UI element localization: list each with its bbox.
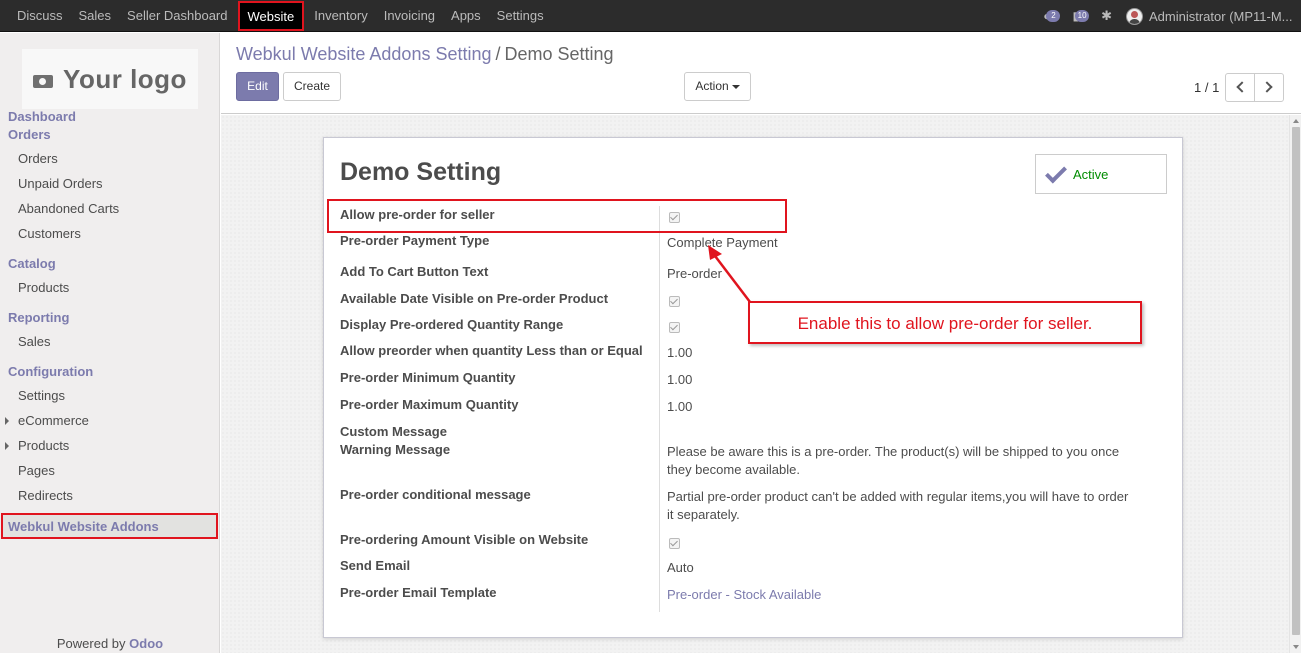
warning-message-value[interactable]: Please be aware this is a pre-order. The… bbox=[667, 443, 1137, 479]
sidebar-item-dashboard[interactable]: Dashboard bbox=[8, 109, 76, 124]
min-qty-value[interactable]: 1.00 bbox=[667, 372, 692, 387]
menu-invoicing[interactable]: Invoicing bbox=[376, 0, 443, 32]
expand-caret-icon[interactable] bbox=[5, 417, 9, 425]
pager-previous-button[interactable] bbox=[1225, 73, 1255, 102]
powered-prefix: Powered by bbox=[56, 636, 126, 651]
quantity-range-checkbox[interactable] bbox=[669, 322, 680, 333]
chat-icon[interactable]: ◐ 2 bbox=[1043, 9, 1061, 23]
sidebar-section-configuration: Configuration bbox=[8, 364, 94, 379]
sidebar-item-label: Webkul Website Addons bbox=[8, 519, 159, 534]
sidebar-item-ecommerce[interactable]: eCommerce bbox=[18, 413, 89, 428]
bug-icon[interactable]: ✱ bbox=[1101, 8, 1112, 24]
field-label-available-date-visible: Available Date Visible on Pre-order Prod… bbox=[340, 291, 609, 306]
control-panel: Webkul Website Addons Setting / Demo Setti… bbox=[221, 33, 1301, 114]
field-label-quantity-range: Display Pre-ordered Quantity Range bbox=[340, 317, 564, 332]
sidebar-item-config-products[interactable]: Products bbox=[18, 438, 69, 453]
pager-next-button[interactable] bbox=[1254, 73, 1284, 102]
sidebar-section-orders[interactable]: Orders bbox=[8, 127, 51, 142]
menu-settings[interactable]: Settings bbox=[489, 0, 552, 32]
sidebar-item-redirects[interactable]: Redirects bbox=[18, 488, 73, 503]
camera-icon bbox=[33, 71, 54, 88]
menu-apps[interactable]: Apps bbox=[443, 0, 489, 32]
sidebar-item-products[interactable]: Products bbox=[18, 280, 69, 295]
less-than-equal-value[interactable]: 1.00 bbox=[667, 345, 692, 360]
company-logo[interactable]: Your logo bbox=[22, 49, 198, 109]
expand-caret-icon[interactable] bbox=[5, 442, 9, 450]
powered-by: Powered by Odoo bbox=[0, 636, 220, 651]
field-label-email-template: Pre-order Email Template bbox=[340, 585, 497, 600]
field-label-amount-visible: Pre-ordering Amount Visible on Website bbox=[340, 532, 589, 547]
create-button[interactable]: Create bbox=[283, 72, 341, 101]
available-date-visible-checkbox[interactable] bbox=[669, 296, 680, 307]
edit-button[interactable]: Edit bbox=[236, 72, 279, 101]
odoo-link[interactable]: Odoo bbox=[129, 636, 163, 651]
active-toggle-button[interactable]: Active bbox=[1035, 154, 1167, 194]
email-template-link[interactable]: Pre-order - Stock Available bbox=[667, 587, 821, 602]
sidebar-item-abandoned-carts[interactable]: Abandoned Carts bbox=[18, 201, 119, 216]
page-title: Demo Setting bbox=[340, 158, 502, 186]
menu-seller-dashboard[interactable]: Seller Dashboard bbox=[119, 0, 235, 32]
sidebar: Your logo Dashboard Orders Orders Unpaid… bbox=[0, 33, 220, 653]
highlight-allow-preorder-row bbox=[327, 199, 787, 233]
sidebar-item-pages[interactable]: Pages bbox=[18, 463, 55, 478]
scroll-down-icon[interactable] bbox=[1293, 645, 1299, 649]
chat-count-badge: 2 bbox=[1046, 10, 1061, 22]
annotation-callout: Enable this to allow pre-order for selle… bbox=[748, 301, 1142, 344]
field-label-warning-message: Warning Message bbox=[340, 442, 451, 457]
send-email-value[interactable]: Auto bbox=[667, 560, 694, 575]
field-label-send-email: Send Email bbox=[340, 558, 411, 573]
sidebar-section-catalog: Catalog bbox=[8, 256, 56, 271]
scrollbar[interactable] bbox=[1289, 115, 1301, 653]
menu-discuss[interactable]: Discuss bbox=[0, 0, 71, 32]
scrollbar-thumb[interactable] bbox=[1292, 127, 1300, 635]
app-menu: Discuss Sales Seller Dashboard Website I… bbox=[0, 0, 552, 32]
avatar bbox=[1126, 7, 1143, 25]
sidebar-section-reporting: Reporting bbox=[8, 310, 70, 325]
field-label-less-than-equal: Allow preorder when quantity Less than o… bbox=[340, 343, 643, 358]
message-count-badge: 10 bbox=[1075, 10, 1090, 22]
logo-text: Your logo bbox=[63, 63, 187, 94]
conditional-message-value[interactable]: Partial pre-order product can't be added… bbox=[667, 488, 1137, 524]
chevron-left-icon bbox=[1236, 81, 1248, 93]
breadcrumb-parent[interactable]: Webkul Website Addons Setting bbox=[236, 44, 492, 64]
action-label: Action bbox=[695, 79, 729, 93]
user-name: Administrator (MP11-M... bbox=[1149, 8, 1293, 24]
check-icon bbox=[1045, 161, 1067, 184]
menu-website[interactable]: Website bbox=[237, 1, 305, 31]
sidebar-item-orders[interactable]: Orders bbox=[18, 151, 58, 166]
field-label-conditional-message: Pre-order conditional message bbox=[340, 487, 531, 502]
max-qty-value[interactable]: 1.00 bbox=[667, 399, 692, 414]
pager-value[interactable]: 1 / 1 bbox=[1194, 80, 1219, 95]
user-menu[interactable]: Administrator (MP11-M... bbox=[1126, 7, 1301, 25]
column-divider bbox=[659, 206, 660, 612]
action-dropdown[interactable]: Action bbox=[684, 72, 751, 101]
active-label: Active bbox=[1073, 167, 1109, 182]
chevron-right-icon bbox=[1261, 81, 1273, 93]
breadcrumb: Webkul Website Addons Setting / Demo Setti… bbox=[236, 44, 614, 65]
field-label-cart-button-text: Add To Cart Button Text bbox=[340, 264, 489, 279]
sidebar-item-settings[interactable]: Settings bbox=[18, 388, 65, 403]
callout-text: Enable this to allow pre-order for selle… bbox=[797, 314, 1093, 333]
sidebar-item-unpaid-orders[interactable]: Unpaid Orders bbox=[18, 176, 103, 191]
breadcrumb-current: Demo Setting bbox=[504, 44, 614, 64]
breadcrumb-separator: / bbox=[495, 44, 501, 64]
menu-sales[interactable]: Sales bbox=[71, 0, 120, 32]
messages-icon[interactable]: ▮ 10 bbox=[1072, 9, 1090, 23]
scroll-up-icon[interactable] bbox=[1293, 119, 1299, 123]
sidebar-item-customers[interactable]: Customers bbox=[18, 226, 81, 241]
field-label-max-qty: Pre-order Maximum Quantity bbox=[340, 397, 519, 412]
sidebar-item-sales[interactable]: Sales bbox=[18, 334, 51, 349]
payment-type-value[interactable]: Complete Payment bbox=[667, 235, 778, 250]
cart-button-text-value[interactable]: Pre-order bbox=[667, 266, 722, 281]
menu-inventory[interactable]: Inventory bbox=[306, 0, 375, 32]
amount-visible-checkbox[interactable] bbox=[669, 538, 680, 549]
systray: ◐ 2 ▮ 10 ✱ Administrator (MP11-M... bbox=[1043, 0, 1301, 32]
field-label-payment-type: Pre-order Payment Type bbox=[340, 233, 490, 248]
sidebar-item-webkul-website-addons[interactable]: Webkul Website Addons bbox=[1, 513, 218, 539]
top-navbar: Discuss Sales Seller Dashboard Website I… bbox=[0, 0, 1301, 32]
field-label-custom-message: Custom Message bbox=[340, 424, 447, 439]
field-label-min-qty: Pre-order Minimum Quantity bbox=[340, 370, 516, 385]
chevron-down-icon bbox=[731, 84, 740, 89]
